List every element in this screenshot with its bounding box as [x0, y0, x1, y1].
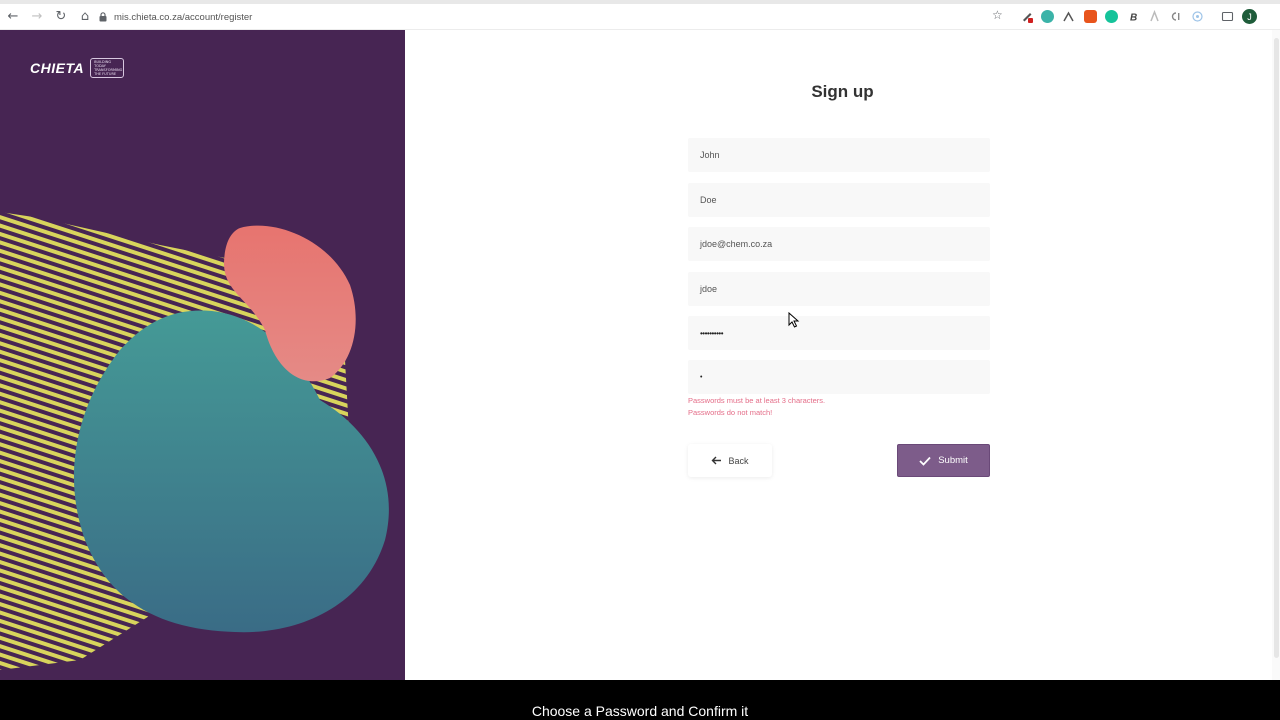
reload-icon[interactable]: ↻	[50, 6, 72, 28]
page-title: Sign up	[811, 82, 874, 101]
cast-icon[interactable]	[1221, 10, 1234, 23]
email-input[interactable]: jdoe@chem.co.za	[688, 227, 990, 261]
mouse-cursor-icon	[788, 312, 800, 328]
last-name-input[interactable]: Doe	[688, 183, 990, 217]
honey-extension-icon[interactable]	[1084, 10, 1097, 23]
back-button-label: Back	[728, 455, 749, 466]
scrollbar-thumb[interactable]	[1274, 38, 1279, 658]
ci-extension-icon[interactable]	[1169, 10, 1182, 23]
browser-toolbar: ← → ↻ ⌂ mis.chieta.co.za/account/registe…	[0, 0, 1280, 30]
profile-avatar[interactable]: J	[1242, 9, 1257, 24]
video-caption: Choose a Password and Confirm it	[531, 703, 749, 719]
lock-icon	[98, 12, 107, 22]
first-name-input[interactable]: John	[688, 138, 990, 172]
arrow-left-icon	[711, 456, 722, 465]
password-input[interactable]: ••••••••••	[688, 316, 990, 350]
grey-extension-icon[interactable]	[1148, 10, 1161, 23]
confirm-password-input[interactable]: •	[688, 360, 990, 394]
submit-button-label: Submit	[938, 455, 968, 466]
circle-extension-icon[interactable]	[1191, 10, 1204, 23]
pen-extension-icon[interactable]	[1021, 10, 1034, 23]
url-text: mis.chieta.co.za/account/register	[114, 11, 253, 23]
signup-panel: Sign up John Doe jdoe@chem.co.za jdoe ••…	[405, 30, 1280, 680]
submit-button[interactable]: Submit	[897, 444, 990, 477]
svg-text:B: B	[1130, 13, 1137, 24]
address-bar[interactable]: mis.chieta.co.za/account/register	[98, 5, 1010, 29]
error-password-mismatch: Passwords do not match!	[688, 407, 773, 417]
bold-extension-icon[interactable]: B	[1127, 10, 1140, 24]
arc-extension-icon[interactable]	[1062, 10, 1075, 23]
teal-extension-icon[interactable]	[1041, 10, 1054, 23]
bookmark-star-icon[interactable]: ☆	[992, 8, 1003, 22]
validation-errors: Passwords must be at least 3 characters.…	[688, 395, 825, 418]
grammarly-icon[interactable]	[1105, 10, 1118, 23]
check-icon	[919, 456, 931, 466]
brand-panel: CHIETA BUILDING TODAY TRANSFORMING THE F…	[0, 30, 405, 680]
home-icon[interactable]: ⌂	[74, 6, 96, 28]
username-input[interactable]: jdoe	[688, 272, 990, 306]
back-arrow-icon[interactable]: ←	[2, 6, 24, 28]
decorative-blobs	[0, 212, 389, 670]
back-button[interactable]: Back	[688, 444, 772, 477]
error-password-length: Passwords must be at least 3 characters.	[688, 396, 826, 405]
forward-arrow-icon[interactable]: →	[26, 6, 48, 28]
